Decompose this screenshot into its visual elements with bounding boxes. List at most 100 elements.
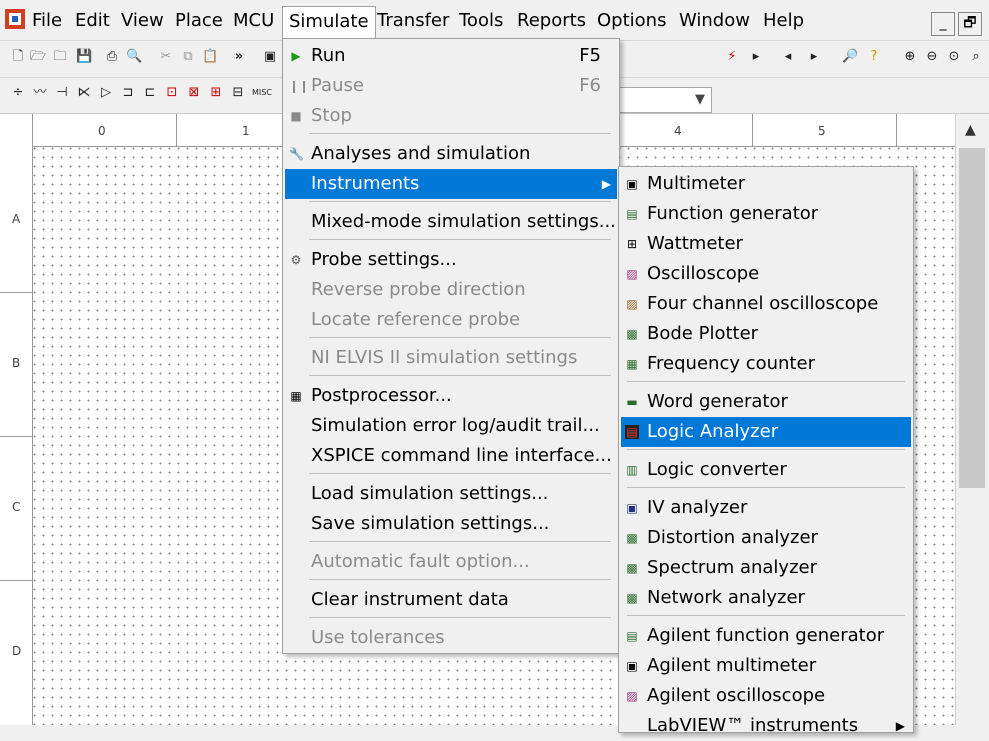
paste-icon[interactable]: 📋 <box>202 49 218 65</box>
source-icon[interactable]: ÷ <box>10 85 26 101</box>
cmos-icon[interactable]: ⊏ <box>142 85 158 101</box>
minimize-button[interactable]: _ <box>931 12 955 36</box>
toolbar-more-icon[interactable]: » <box>231 49 247 65</box>
menu-item-save-settings[interactable]: Save simulation settings... <box>285 509 617 539</box>
basic-icon[interactable]: 〰 <box>32 85 48 101</box>
menu-window[interactable]: Window <box>677 8 752 34</box>
ruler-tick <box>752 114 753 146</box>
copy-icon[interactable]: ⧉ <box>180 49 196 65</box>
probe-dropdown-icon[interactable]: ▸ <box>748 49 764 65</box>
diode-icon[interactable]: ⊣ <box>54 85 70 101</box>
indicator-icon[interactable]: ⊞ <box>208 85 224 101</box>
menu-item-instruments[interactable]: Instruments ▶ <box>285 169 617 199</box>
menu-item-multimeter[interactable]: ▣ Multimeter <box>621 169 911 199</box>
analog-icon[interactable]: ▷ <box>98 85 114 101</box>
open-folder-icon[interactable]: 🗁 <box>30 49 46 65</box>
menu-file[interactable]: File <box>30 8 64 34</box>
scroll-thumb[interactable] <box>959 148 985 488</box>
menu-item-logic-analyzer[interactable]: ▤ Logic Analyzer <box>621 417 911 447</box>
menu-item-ni-elvis[interactable]: NI ELVIS II simulation settings <box>285 343 617 373</box>
network-analyzer-icon: ▩ <box>626 591 638 605</box>
menu-item-bode-plotter[interactable]: ▩ Bode Plotter <box>621 319 911 349</box>
mixed-icon[interactable]: ⊠ <box>186 85 202 101</box>
menu-transfer[interactable]: Transfer <box>375 8 451 34</box>
menu-help[interactable]: Help <box>761 8 806 34</box>
vertical-scrollbar[interactable]: ▲ <box>955 114 989 725</box>
menu-item-wattmeter[interactable]: ⊞ Wattmeter <box>621 229 911 259</box>
menu-item-pause[interactable]: ❙❙ Pause F6 <box>285 71 617 101</box>
ruler-tick <box>0 580 32 581</box>
menu-view[interactable]: View <box>119 8 166 34</box>
menu-item-mixed-mode[interactable]: Mixed-mode simulation settings... <box>285 207 617 237</box>
menu-mcu[interactable]: MCU <box>231 8 276 34</box>
ttl-icon[interactable]: ⊐ <box>120 85 136 101</box>
zoom-in-icon[interactable]: ⊕ <box>902 49 918 65</box>
menu-item-auto-fault[interactable]: Automatic fault option... <box>285 547 617 577</box>
voltage-probe-icon[interactable]: ◂ <box>780 49 796 65</box>
menu-item-use-tolerances[interactable]: Use tolerances <box>285 623 617 653</box>
menu-item-distortion-analyzer[interactable]: ▩ Distortion analyzer <box>621 523 911 553</box>
menu-item-frequency-counter[interactable]: ▦ Frequency counter <box>621 349 911 379</box>
menu-item-load-settings[interactable]: Load simulation settings... <box>285 479 617 509</box>
menu-item-network-analyzer[interactable]: ▩ Network analyzer <box>621 583 911 613</box>
menu-item-stop[interactable]: ■ Stop <box>285 101 617 131</box>
menu-simulate[interactable]: Simulate <box>282 6 376 39</box>
transistor-icon[interactable]: ⋉ <box>76 85 92 101</box>
menu-item-agilent-multimeter[interactable]: ▣ Agilent multimeter <box>621 651 911 681</box>
menu-item-word-generator[interactable]: ▬ Word generator <box>621 387 911 417</box>
misc-icon[interactable]: MISC <box>252 85 272 101</box>
misc-digital-icon[interactable]: ⊡ <box>164 85 180 101</box>
probe-icon[interactable]: ⚡ <box>724 49 740 65</box>
scroll-up-icon[interactable]: ▲ <box>965 122 976 138</box>
ruler-col-label: 0 <box>98 124 106 138</box>
bode-plotter-icon: ▩ <box>626 327 638 341</box>
calculator-icon: ▦ <box>290 389 302 403</box>
menu-options[interactable]: Options <box>595 8 668 34</box>
menu-item-reverse-probe[interactable]: Reverse probe direction <box>285 275 617 305</box>
menu-item-logic-converter[interactable]: ▥ Logic converter <box>621 455 911 485</box>
menu-item-spectrum-analyzer[interactable]: ▩ Spectrum analyzer <box>621 553 911 583</box>
menu-item-analyses[interactable]: 🔧 Analyses and simulation <box>285 139 617 169</box>
menu-item-postprocessor[interactable]: ▦ Postprocessor... <box>285 381 617 411</box>
ruler-tick <box>896 114 897 146</box>
zoom-fit-icon[interactable]: ⌕ <box>968 49 984 65</box>
app-icon[interactable] <box>4 8 26 30</box>
menu-item-function-generator[interactable]: ▤ Function generator <box>621 199 911 229</box>
print-preview-icon[interactable]: 🔍 <box>126 49 142 65</box>
current-probe-icon[interactable]: ▸ <box>806 49 822 65</box>
menu-item-xspice[interactable]: XSPICE command line interface... <box>285 441 617 471</box>
menu-tools[interactable]: Tools <box>457 8 505 34</box>
menu-item-run[interactable]: ▶ Run F5 <box>285 41 617 71</box>
menu-item-agilent-oscilloscope[interactable]: ▨ Agilent oscilloscope <box>621 681 911 711</box>
menu-edit[interactable]: Edit <box>73 8 112 34</box>
restore-button[interactable]: 🗗 <box>958 12 982 36</box>
menu-separator <box>309 617 611 618</box>
menu-reports[interactable]: Reports <box>515 8 588 34</box>
find-icon[interactable]: 🔎 <box>842 49 858 65</box>
menu-place[interactable]: Place <box>173 8 225 34</box>
power-icon[interactable]: ⊟ <box>230 85 246 101</box>
menu-item-iv-analyzer[interactable]: ▣ IV analyzer <box>621 493 911 523</box>
menu-item-four-channel-oscilloscope[interactable]: ▨ Four channel oscilloscope <box>621 289 911 319</box>
save-icon[interactable]: 💾 <box>76 49 92 65</box>
ruler-col-label: 1 <box>242 124 250 138</box>
menu-item-labview-instruments[interactable]: LabVIEW™ instruments ▶ <box>621 711 911 741</box>
menu-bar: File Edit View Place MCU Simulate Transf… <box>0 0 989 40</box>
pause-icon: ❙❙ <box>289 79 310 93</box>
menu-item-locate-probe[interactable]: Locate reference probe <box>285 305 617 335</box>
menu-item-error-log[interactable]: Simulation error log/audit trail... <box>285 411 617 441</box>
print-icon[interactable]: ⎙ <box>104 49 120 65</box>
open-sample-icon[interactable]: 🗀 <box>52 49 68 65</box>
menu-item-probe-settings[interactable]: ⚙ Probe settings... <box>285 245 617 275</box>
help-icon[interactable]: ? <box>866 49 882 65</box>
zoom-out-icon[interactable]: ⊖ <box>924 49 940 65</box>
menu-separator <box>627 487 905 488</box>
design-toolbox-icon[interactable]: ▣ <box>262 49 278 65</box>
new-file-icon[interactable]: 🗋 <box>10 49 26 65</box>
iv-analyzer-icon: ▣ <box>626 501 638 515</box>
cut-icon[interactable]: ✂ <box>158 49 174 65</box>
menu-item-clear-instrument[interactable]: Clear instrument data <box>285 585 617 615</box>
menu-item-oscilloscope[interactable]: ▨ Oscilloscope <box>621 259 911 289</box>
zoom-area-icon[interactable]: ⊙ <box>946 49 962 65</box>
menu-item-agilent-function-generator[interactable]: ▤ Agilent function generator <box>621 621 911 651</box>
